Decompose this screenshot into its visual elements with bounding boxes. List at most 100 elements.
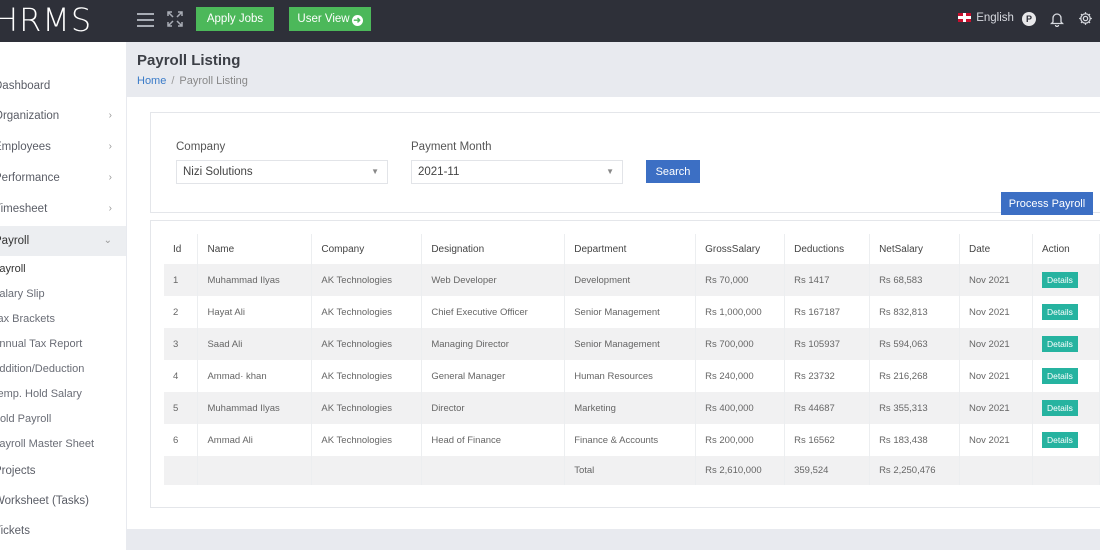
dropdown-caret-icon: ▼: [371, 167, 379, 176]
sidebar-item-label: Employees: [0, 141, 51, 153]
cell-deductions: Rs 44687: [784, 392, 871, 424]
cell-net-salary: Rs 594,063: [869, 328, 961, 360]
chevron-right-icon: ›: [108, 172, 112, 183]
sidebar-subitem-tax-brackets[interactable]: Tax Brackets: [0, 307, 126, 332]
total-net-salary: Rs 2,250,476: [869, 456, 961, 485]
cell-gross-salary: Rs 200,000: [695, 424, 786, 456]
table-row: 2 Hayat Ali AK Technologies Chief Execut…: [164, 296, 1100, 328]
apply-jobs-button[interactable]: Apply Jobs: [196, 7, 274, 31]
payment-month-label: Payment Month: [411, 141, 492, 153]
language-selector[interactable]: English: [958, 12, 1014, 24]
cell-department: Senior Management: [564, 296, 697, 328]
sidebar-item-organization[interactable]: Organization ›: [0, 101, 126, 131]
cell-department: Human Resources: [564, 360, 697, 392]
column-header-name[interactable]: Name: [197, 234, 313, 264]
user-avatar[interactable]: P: [1022, 12, 1036, 26]
process-payroll-button[interactable]: Process Payroll: [1001, 192, 1093, 215]
language-label: English: [976, 12, 1014, 24]
cell-action: Details: [1032, 424, 1100, 456]
arrow-right-circle-icon: ➜: [351, 15, 363, 26]
column-header-net-salary[interactable]: NetSalary: [869, 234, 961, 264]
sidebar: Dashboard Organization › Employees › Per…: [0, 42, 126, 550]
sidebar-item-label: Timesheet: [0, 203, 48, 215]
cell-designation: Chief Executive Officer: [421, 296, 566, 328]
cell-empty: [164, 456, 199, 485]
sidebar-item-dashboard[interactable]: Dashboard: [0, 71, 126, 101]
sidebar-item-tickets[interactable]: Tickets: [0, 516, 126, 546]
cell-name: Saad Ali: [197, 328, 313, 360]
sidebar-subitem-label: Addition/Deduction: [0, 363, 85, 375]
sidebar-item-payroll[interactable]: Payroll ⌄: [0, 226, 126, 256]
cell-net-salary: Rs 832,813: [869, 296, 961, 328]
column-header-date[interactable]: Date: [959, 234, 1033, 264]
details-button[interactable]: Details: [1041, 368, 1078, 384]
sidebar-subitem-payroll[interactable]: Payroll: [0, 257, 126, 282]
cell-deductions: Rs 1417: [784, 264, 871, 296]
details-button[interactable]: Details: [1041, 304, 1078, 320]
sidebar-subitem-label: Annual Tax Report: [0, 338, 83, 350]
user-view-button[interactable]: User View ➜: [289, 7, 371, 31]
sidebar-subitem-hold-payroll[interactable]: Hold Payroll: [0, 407, 126, 432]
cell-net-salary: Rs 183,438: [869, 424, 961, 456]
settings-gear-icon[interactable]: [1078, 11, 1093, 26]
cell-deductions: Rs 167187: [784, 296, 871, 328]
payment-month-select[interactable]: 2021-11 ▼: [411, 160, 623, 184]
cell-action: Details: [1032, 328, 1100, 360]
app-logo[interactable]: HRMS: [0, 1, 92, 39]
sidebar-item-timesheet[interactable]: Timesheet ›: [0, 194, 126, 224]
cell-date: Nov 2021: [959, 360, 1033, 392]
search-button[interactable]: Search: [646, 160, 700, 183]
cell-name: Hayat Ali: [197, 296, 313, 328]
column-header-deductions[interactable]: Deductions: [784, 234, 871, 264]
sidebar-item-projects[interactable]: Projects: [0, 456, 126, 486]
sidebar-item-worksheet[interactable]: Worksheet (Tasks): [0, 486, 126, 516]
uk-flag-icon: [958, 13, 971, 22]
cell-designation: Web Developer: [421, 264, 566, 296]
sidebar-subitem-payroll-master-sheet[interactable]: Payroll Master Sheet: [0, 432, 126, 457]
fullscreen-expand-icon[interactable]: [166, 10, 184, 28]
sidebar-subitem-addition-deduction[interactable]: Addition/Deduction: [0, 357, 126, 382]
hamburger-menu-icon[interactable]: [137, 13, 154, 27]
table-total-row: Total Rs 2,610,000 359,524 Rs 2,250,476: [164, 456, 1100, 485]
column-header-action: Action: [1032, 234, 1100, 264]
table-row: 6 Ammad Ali AK Technologies Head of Fina…: [164, 424, 1100, 456]
cell-id: 6: [164, 424, 199, 456]
sidebar-subitem-salary-slip[interactable]: Salary Slip: [0, 282, 126, 307]
cell-action: Details: [1032, 360, 1100, 392]
cell-company: AK Technologies: [311, 328, 423, 360]
sidebar-item-performance[interactable]: Performance ›: [0, 163, 126, 193]
breadcrumb-home-link[interactable]: Home: [137, 75, 166, 87]
sidebar-subitem-temp-hold-salary[interactable]: Temp. Hold Salary: [0, 382, 126, 407]
cell-company: AK Technologies: [311, 296, 423, 328]
sidebar-item-label: Performance: [0, 172, 60, 184]
cell-name: Muhammad Ilyas: [197, 392, 313, 424]
sidebar-item-employees[interactable]: Employees ›: [0, 132, 126, 162]
chevron-down-icon: ⌄: [103, 235, 112, 246]
sidebar-item-label: Payroll: [0, 235, 30, 247]
cell-company: AK Technologies: [311, 424, 423, 456]
cell-empty: [311, 456, 423, 485]
details-button[interactable]: Details: [1041, 272, 1078, 288]
cell-action: Details: [1032, 296, 1100, 328]
cell-net-salary: Rs 216,268: [869, 360, 961, 392]
details-button[interactable]: Details: [1041, 432, 1078, 448]
column-header-gross-salary[interactable]: GrossSalary: [695, 234, 786, 264]
details-button[interactable]: Details: [1041, 400, 1078, 416]
column-header-company[interactable]: Company: [311, 234, 423, 264]
column-header-department[interactable]: Department: [564, 234, 697, 264]
sidebar-subitem-annual-tax-report[interactable]: Annual Tax Report: [0, 332, 126, 357]
cell-gross-salary: Rs 70,000: [695, 264, 786, 296]
cell-action: Details: [1032, 264, 1100, 296]
table-row: 1 Muhammad Ilyas AK Technologies Web Dev…: [164, 264, 1100, 296]
cell-designation: Head of Finance: [421, 424, 566, 456]
details-button[interactable]: Details: [1041, 336, 1078, 352]
cell-date: Nov 2021: [959, 328, 1033, 360]
cell-name: Ammad Ali: [197, 424, 313, 456]
payroll-table: Id Name Company Designation Department G…: [164, 234, 1100, 485]
column-header-id[interactable]: Id: [164, 234, 199, 264]
company-label: Company: [176, 141, 226, 153]
notification-bell-icon[interactable]: [1050, 11, 1064, 27]
chevron-right-icon: ›: [108, 203, 112, 214]
company-select[interactable]: Nizi Solutions ▼: [176, 160, 388, 184]
column-header-designation[interactable]: Designation: [421, 234, 566, 264]
